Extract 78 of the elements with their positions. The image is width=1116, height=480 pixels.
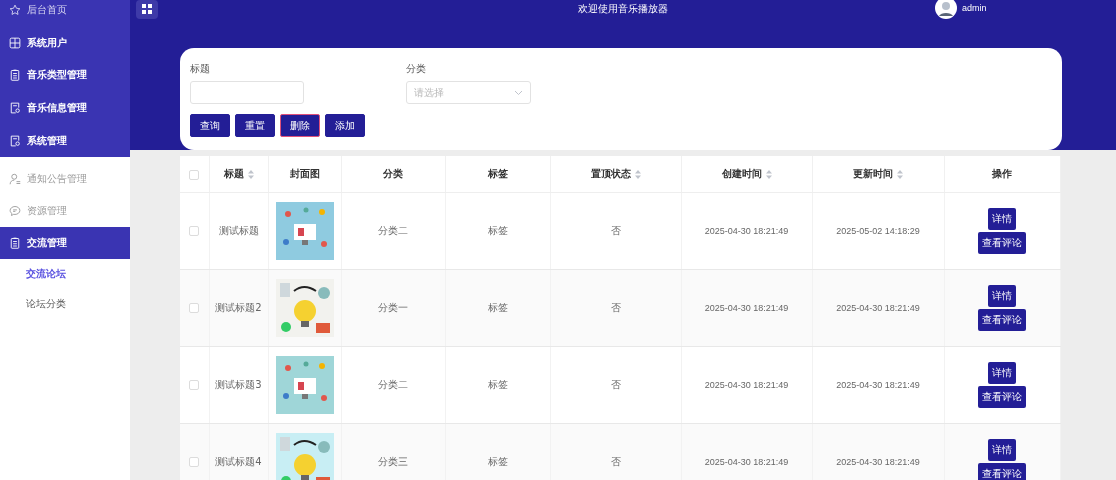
star-icon [9,4,21,17]
column-header[interactable]: 更新时间 [853,167,903,181]
table-cell: 2025-04-30 18:21:49 [836,380,920,390]
table-cell: 否 [610,456,621,467]
row-action-button[interactable]: 详情 [988,285,1017,307]
sidebar-subitem[interactable]: 交流论坛 [0,259,130,289]
sidebar-item[interactable]: 后台首页 [0,0,130,27]
table-cell: 分类二 [378,379,408,390]
table-cell: 2025-04-30 18:21:49 [704,380,789,390]
column-header: 操作 [992,167,1013,181]
table-cell: 标签 [487,456,508,467]
table-cell: 标签 [487,379,508,390]
row-action-button[interactable]: 详情 [988,208,1017,230]
sidebar-item[interactable]: 音乐信息管理 [0,91,130,125]
table-cell: 分类三 [378,456,408,467]
chevron-down-icon [514,89,523,96]
row-checkbox[interactable] [189,303,200,314]
table-cell: 测试标题4 [215,456,262,467]
grid-icon [9,36,21,49]
sort-icon[interactable] [634,169,641,179]
table-cell: 否 [610,379,621,390]
user-icon [9,173,21,185]
clipboard-icon [9,69,21,82]
sort-icon[interactable] [247,169,254,179]
table-cell: 2025-04-30 18:21:49 [704,226,789,236]
row-action-button[interactable]: 详情 [988,439,1017,461]
table-cell: 2025-04-30 18:21:49 [704,303,789,313]
clipboard-icon [9,237,21,249]
menu-button[interactable] [136,0,158,19]
action-button[interactable]: 查询 [190,114,230,137]
action-button[interactable]: 重置 [235,114,275,137]
table-cell: 2025-04-30 18:21:49 [836,303,920,313]
table-cell: 2025-04-30 18:21:49 [704,457,789,467]
sidebar-item[interactable]: 系统管理 [0,124,130,157]
page-title: 欢迎使用音乐播放器 [577,2,669,16]
row-action-button[interactable]: 查看评论 [978,463,1027,480]
action-button[interactable]: 添加 [325,114,365,137]
grid-icon [142,4,152,14]
table-cell: 否 [610,302,621,313]
column-header: 标签 [487,167,508,181]
row-action-button[interactable]: 查看评论 [978,232,1027,254]
sidebar-item[interactable]: 系统用户 [0,26,130,60]
sidebar-item[interactable]: 交流管理 [0,227,130,259]
row-checkbox[interactable] [189,380,200,391]
sidebar-item[interactable]: 音乐类型管理 [0,59,130,92]
table-cell: 2025-05-02 14:18:29 [836,226,920,236]
row-checkbox[interactable] [189,457,200,468]
row-action-button[interactable]: 查看评论 [978,309,1027,331]
table-cell: 标签 [487,225,508,236]
row-checkbox[interactable] [189,226,200,237]
table-cell: 测试标题 [218,225,259,236]
document-search-icon [9,134,21,147]
sidebar-subitem[interactable]: 论坛分类 [0,289,130,319]
field-label: 标题 [190,62,211,76]
table-cell: 分类一 [378,302,408,313]
action-button[interactable]: 删除 [280,114,320,137]
table-cell: 2025-04-30 18:21:49 [836,457,920,467]
table-cell: 分类二 [378,225,408,236]
column-header[interactable]: 标题 [223,167,254,181]
user-name[interactable]: admin [962,3,987,13]
chat-icon [9,205,21,217]
table-cell: 测试标题2 [215,302,262,313]
title-input[interactable] [190,81,304,104]
table-cell: 否 [610,225,621,236]
document-search-icon [9,102,21,115]
row-action-button[interactable]: 详情 [988,362,1017,384]
row-action-button[interactable]: 查看评论 [978,386,1027,408]
sort-icon[interactable] [765,169,772,179]
table-cell: 测试标题3 [215,379,262,390]
column-header[interactable]: 创建时间 [721,167,772,181]
avatar-icon[interactable] [935,0,957,19]
column-header: 分类 [383,167,403,181]
sort-icon[interactable] [897,169,903,179]
select-all-checkbox[interactable] [189,169,200,180]
field-label: 分类 [406,62,427,76]
column-header[interactable]: 置顶状态 [590,167,641,181]
column-header: 封面图 [289,167,320,181]
table-cell: 标签 [487,302,508,313]
